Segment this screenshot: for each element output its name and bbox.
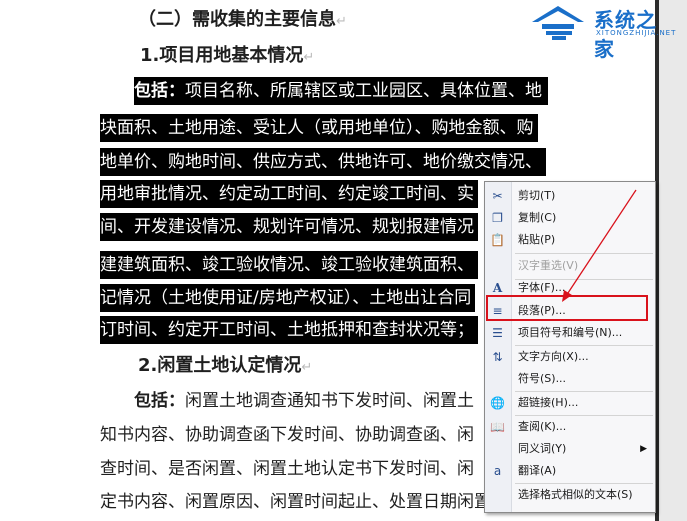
menu-item-text-direction[interactable]: ⇅ 文字方向(X)... [485,346,655,368]
selected-text-line[interactable]: 订时间、约定开工时间、土地抵押和查封状况等； [100,316,478,344]
menu-item-label: 翻译(A) [518,464,557,477]
context-menu[interactable]: ✂ 剪切(T) ❐ 复制(C) 📋 粘贴(P) 汉字重选(V) A 字体(F).… [484,181,656,513]
hyperlink-icon: 🌐 [490,396,505,410]
menu-item-label: 粘贴(P) [518,233,556,246]
window-edge [655,0,687,521]
submenu-arrow-icon: ▶ [640,444,647,454]
bullets-icon: ☰ [492,326,503,340]
body-text-line: 包括：闲置土地调查通知书下发时间、闲置土 [134,391,474,411]
copy-icon: ❐ [492,211,503,225]
lookup-icon: 📖 [490,420,505,434]
body-text-line: 查时间、是否闲置、闲置土地认定书下发时间、闲 [100,459,474,479]
menu-item-reconvert: 汉字重选(V) [485,255,655,277]
menu-separator [515,253,653,254]
house-logo-icon [532,6,584,40]
highlight-box [486,295,648,321]
selected-text-line[interactable]: 用地审批情况、约定动工时间、约定竣工时间、实 [100,180,478,208]
font-icon: A [492,281,503,295]
translate-icon: a [493,464,502,478]
menu-item-label: 选择格式相似的文本(S) [518,488,633,501]
menu-item-label: 同义词(Y) [518,442,567,455]
menu-item-cut[interactable]: ✂ 剪切(T) [485,185,655,207]
menu-item-label: 汉字重选(V) [518,259,579,272]
menu-item-paste[interactable]: 📋 粘贴(P) [485,229,655,251]
menu-item-hyperlink[interactable]: 🌐 超链接(H)... [485,392,655,414]
heading-2: （二）需收集的主要信息↵ [138,9,347,30]
menu-item-label: 剪切(T) [518,189,556,202]
menu-item-select-similar-formatting[interactable]: 选择格式相似的文本(S) [485,484,655,506]
body-text-line: 定书内容、闲置原因、闲置时间起止、处置日期闲置土地 [100,492,525,512]
text-direction-icon: ⇅ [492,350,503,364]
menu-item-label: 项目符号和编号(N)... [518,326,623,339]
heading-3-land-info: 1.项目用地基本情况↵ [140,45,315,66]
menu-item-label: 复制(C) [518,211,557,224]
menu-item-label: 符号(S)... [518,372,567,385]
menu-item-copy[interactable]: ❐ 复制(C) [485,207,655,229]
menu-item-label: 字体(F)... [518,281,566,294]
selected-text-line[interactable]: 块面积、土地用途、受让人（或用地单位）、购地金额、购 [100,114,538,142]
scissors-icon: ✂ [492,189,503,203]
selected-text-line[interactable]: 包括：项目名称、所属辖区或工业园区、具体位置、地 [134,77,548,105]
watermark-logo: 系统之家 XITONGZHIJIA.NET [526,2,676,61]
menu-item-label: 文字方向(X)... [518,350,589,363]
selected-text-line[interactable]: 建建筑面积、竣工验收情况、竣工验收建筑面积、 [100,251,478,279]
paste-icon: 📋 [490,233,505,247]
menu-item-label: 超链接(H)... [518,396,579,409]
menu-item-label: 查阅(K)... [518,420,567,433]
selected-text-line[interactable]: 地单价、购地时间、供应方式、供地许可、地价缴交情况、 [100,148,546,176]
heading-3-idle-land: 2.闲置土地认定情况↵ [138,355,313,376]
body-text-line: 知书内容、协助调查函下发时间、协助调查函、闲 [100,425,474,445]
selected-text-line[interactable]: 间、开发建设情况、规划许可情况、规划报建情况 [100,213,478,241]
selected-text-line[interactable]: 记情况（土地使用证/房地产权证）、土地出让合同 [100,284,476,312]
menu-item-translate[interactable]: a 翻译(A) [485,460,655,482]
menu-item-synonyms[interactable]: 同义词(Y) ▶ [485,438,655,460]
menu-item-lookup[interactable]: 📖 查阅(K)... [485,416,655,438]
menu-item-bullets-numbering[interactable]: ☰ 项目符号和编号(N)... [485,322,655,344]
menu-item-symbol[interactable]: 符号(S)... [485,368,655,390]
